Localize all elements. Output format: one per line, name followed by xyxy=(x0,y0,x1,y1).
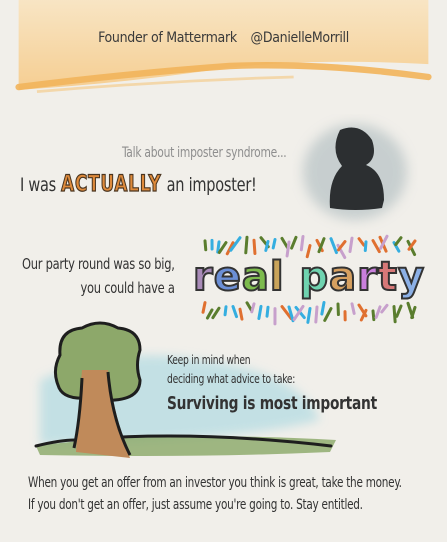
real-party-letter xyxy=(285,254,300,300)
party-caption: Our party round was so big, you could ha… xyxy=(22,252,175,300)
confetti-piece xyxy=(229,236,242,252)
confetti-piece xyxy=(217,241,228,255)
confetti-piece xyxy=(317,237,326,254)
confetti-piece xyxy=(329,237,338,255)
confetti-piece xyxy=(320,301,326,316)
confetti-piece xyxy=(379,234,389,250)
confetti-piece xyxy=(203,239,208,252)
confetti-piece xyxy=(257,304,263,321)
imposter-statement: I was ACTUALLY an imposter! xyxy=(20,171,257,197)
confetti-piece xyxy=(336,240,347,252)
confetti-piece xyxy=(392,241,401,253)
confetti-piece xyxy=(205,308,214,320)
confetti-piece xyxy=(245,301,253,312)
confetti-piece xyxy=(378,235,388,253)
confetti-piece xyxy=(306,307,312,324)
real-party-letter: p xyxy=(299,253,330,301)
confetti-piece xyxy=(406,239,417,257)
imposter-intro: Talk about imposter syndrome... xyxy=(122,145,287,161)
confetti-piece xyxy=(223,305,228,317)
investor-advice: When you get an offer from an investor y… xyxy=(28,472,402,516)
advice-line-1: Keep in mind when xyxy=(167,353,251,367)
confetti-piece xyxy=(290,235,298,250)
confetti-piece xyxy=(380,303,389,314)
confetti-piece xyxy=(259,236,270,249)
real-party-letter: l xyxy=(269,253,285,301)
confetti-piece xyxy=(201,301,207,314)
confetti-piece xyxy=(294,305,306,320)
confetti-piece xyxy=(252,238,257,256)
real-party-letter: a xyxy=(241,253,270,301)
confetti-piece xyxy=(394,236,403,247)
party-line-2: you could have a xyxy=(80,279,175,297)
confetti-piece xyxy=(238,307,244,321)
confetti-piece xyxy=(350,302,356,315)
confetti-piece xyxy=(287,305,295,323)
confetti-piece xyxy=(395,304,403,318)
confetti-piece xyxy=(371,309,376,322)
advice-intro: Keep in mind when deciding what advice t… xyxy=(167,351,295,389)
confetti-piece xyxy=(299,234,305,252)
confetti-piece xyxy=(264,239,270,252)
header-band xyxy=(15,0,432,94)
confetti-piece xyxy=(314,305,319,324)
party-line-1: Our party round was so big, xyxy=(22,255,175,273)
confetti-piece xyxy=(244,235,249,255)
real-party-lettering: real party xyxy=(192,253,426,301)
confetti-piece xyxy=(292,304,305,321)
confetti-piece xyxy=(348,236,354,253)
confetti-piece xyxy=(271,238,277,250)
advice-headline: Surviving is most important xyxy=(167,393,377,414)
real-party-letter: y xyxy=(397,253,426,301)
imposter-emphasis: ACTUALLY xyxy=(61,171,162,197)
confetti-piece xyxy=(211,306,221,320)
advice-line-2: deciding what advice to take: xyxy=(167,372,296,386)
real-party-letter: e xyxy=(213,253,242,301)
confetti-piece xyxy=(357,303,368,318)
confetti-piece xyxy=(225,241,235,256)
real-party-letter: r xyxy=(192,253,214,301)
confetti-piece xyxy=(323,307,333,322)
investor-advice-line-2: If you don't get an offer, just assume y… xyxy=(28,497,363,513)
real-party-letter: r xyxy=(356,253,378,301)
confetti-piece xyxy=(357,237,366,247)
confetti-piece xyxy=(359,308,368,322)
confetti-piece xyxy=(392,305,397,324)
confetti-piece xyxy=(280,305,293,321)
founder-role: Founder of Mattermark xyxy=(98,30,237,46)
real-party-letter: a xyxy=(328,253,358,301)
confetti-piece xyxy=(315,238,324,253)
confetti-piece xyxy=(371,239,381,254)
confetti-piece xyxy=(406,301,415,319)
confetti-piece xyxy=(374,305,382,319)
confetti-piece xyxy=(265,305,270,318)
confetti-piece xyxy=(231,305,239,319)
investor-advice-line-1: When you get an offer from an investor y… xyxy=(28,475,402,491)
twitter-handle: @DanielleMorrill xyxy=(250,30,350,46)
imposter-after: an imposter! xyxy=(166,174,257,196)
confetti-piece xyxy=(250,302,256,314)
confetti-piece xyxy=(216,240,221,254)
confetti-piece xyxy=(280,236,290,250)
confetti-piece xyxy=(410,305,417,320)
imposter-before: I was xyxy=(20,174,56,196)
real-party-letter: t xyxy=(377,253,399,301)
confetti-piece xyxy=(363,240,368,253)
confetti-piece xyxy=(407,239,417,251)
header-credit: Founder of Mattermark @DanielleMorrill xyxy=(0,30,447,46)
